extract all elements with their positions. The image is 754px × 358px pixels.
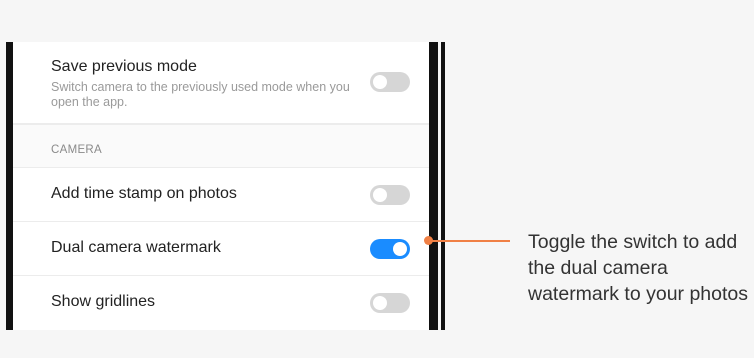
device-frame-right-edge xyxy=(441,42,445,330)
setting-row-save-previous-mode[interactable]: Save previous mode Switch camera to the … xyxy=(13,42,429,124)
toggle-knob xyxy=(393,242,407,256)
setting-title: Save previous mode xyxy=(51,58,197,75)
save-previous-mode-toggle[interactable] xyxy=(370,72,410,92)
toggle-knob xyxy=(373,296,387,310)
toggle-knob xyxy=(373,75,387,89)
setting-title: Dual camera watermark xyxy=(51,239,221,256)
setting-description: Switch camera to the previously used mod… xyxy=(51,80,350,109)
toggle-knob xyxy=(373,188,387,202)
device-frame-right xyxy=(429,42,438,330)
setting-row-dual-camera-watermark[interactable]: Dual camera watermark xyxy=(13,222,429,276)
dual-camera-watermark-toggle[interactable] xyxy=(370,239,410,259)
device-frame-left xyxy=(6,42,13,330)
setting-title: Add time stamp on photos xyxy=(51,185,237,202)
setting-row-add-time-stamp[interactable]: Add time stamp on photos xyxy=(13,168,429,222)
callout-text: Toggle the switch to add the dual camera… xyxy=(528,231,749,305)
setting-title: Show gridlines xyxy=(51,293,156,310)
settings-screen: Save previous mode Switch camera to the … xyxy=(13,42,429,330)
show-gridlines-toggle[interactable] xyxy=(370,293,410,313)
callout-line xyxy=(432,240,510,242)
section-title: CAMERA xyxy=(51,144,103,156)
section-header-camera: CAMERA xyxy=(13,124,429,168)
setting-row-show-gridlines[interactable]: Show gridlines xyxy=(13,276,429,330)
add-time-stamp-toggle[interactable] xyxy=(370,185,410,205)
